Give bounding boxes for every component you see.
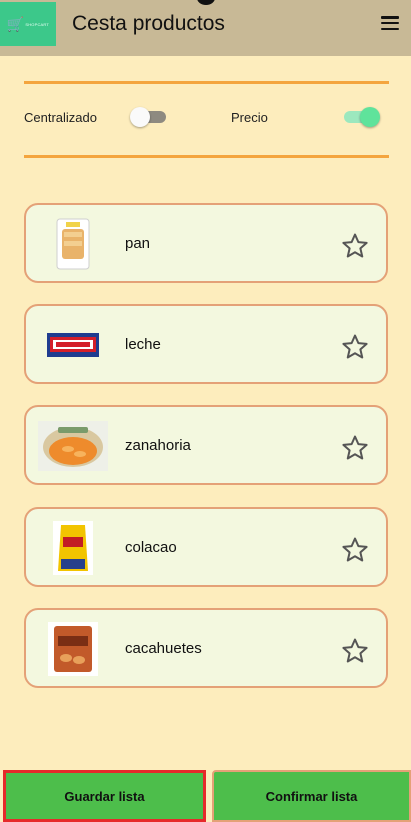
star-icon[interactable] — [340, 636, 370, 666]
product-name: pan — [125, 235, 151, 252]
star-icon[interactable] — [340, 433, 370, 463]
menu-icon[interactable] — [381, 16, 399, 30]
star-icon[interactable] — [340, 231, 370, 261]
centralizado-toggle[interactable] — [130, 107, 170, 127]
app-bar: 🛒 SHOPCART Cesta productos — [0, 0, 411, 56]
snack-bowl-image — [38, 419, 108, 473]
product-name: colacao — [125, 539, 177, 556]
divider-bottom — [24, 155, 389, 158]
product-name: cacahuetes — [125, 640, 202, 657]
product-card-cacahuetes[interactable]: cacahuetes — [24, 608, 388, 688]
product-card-colacao[interactable]: colacao — [24, 507, 388, 587]
star-icon[interactable] — [340, 332, 370, 362]
save-list-button[interactable]: Guardar lista — [3, 770, 206, 822]
yellow-bag-image — [46, 521, 100, 575]
bread-package-image — [46, 217, 100, 271]
product-card-leche[interactable]: leche — [24, 304, 388, 384]
cart-icon: 🛒 — [6, 15, 25, 32]
divider-top — [24, 81, 389, 84]
product-name: leche — [125, 336, 161, 353]
logo-text: SHOPCART — [25, 21, 50, 27]
confirm-list-button[interactable]: Confirmar lista — [212, 770, 411, 822]
product-card-zanahoria[interactable]: zanahoria — [24, 405, 388, 485]
star-icon[interactable] — [340, 535, 370, 565]
nuts-bag-image — [46, 622, 100, 676]
precio-label: Precio — [231, 110, 268, 125]
product-card-pan[interactable]: pan — [24, 203, 388, 283]
page-title: Cesta productos — [72, 12, 225, 35]
app-logo: 🛒 SHOPCART — [0, 2, 56, 46]
centralizado-label: Centralizado — [24, 110, 97, 125]
precio-toggle[interactable] — [340, 107, 380, 127]
product-name: zanahoria — [125, 437, 191, 454]
crunch-bar-image — [46, 318, 100, 372]
